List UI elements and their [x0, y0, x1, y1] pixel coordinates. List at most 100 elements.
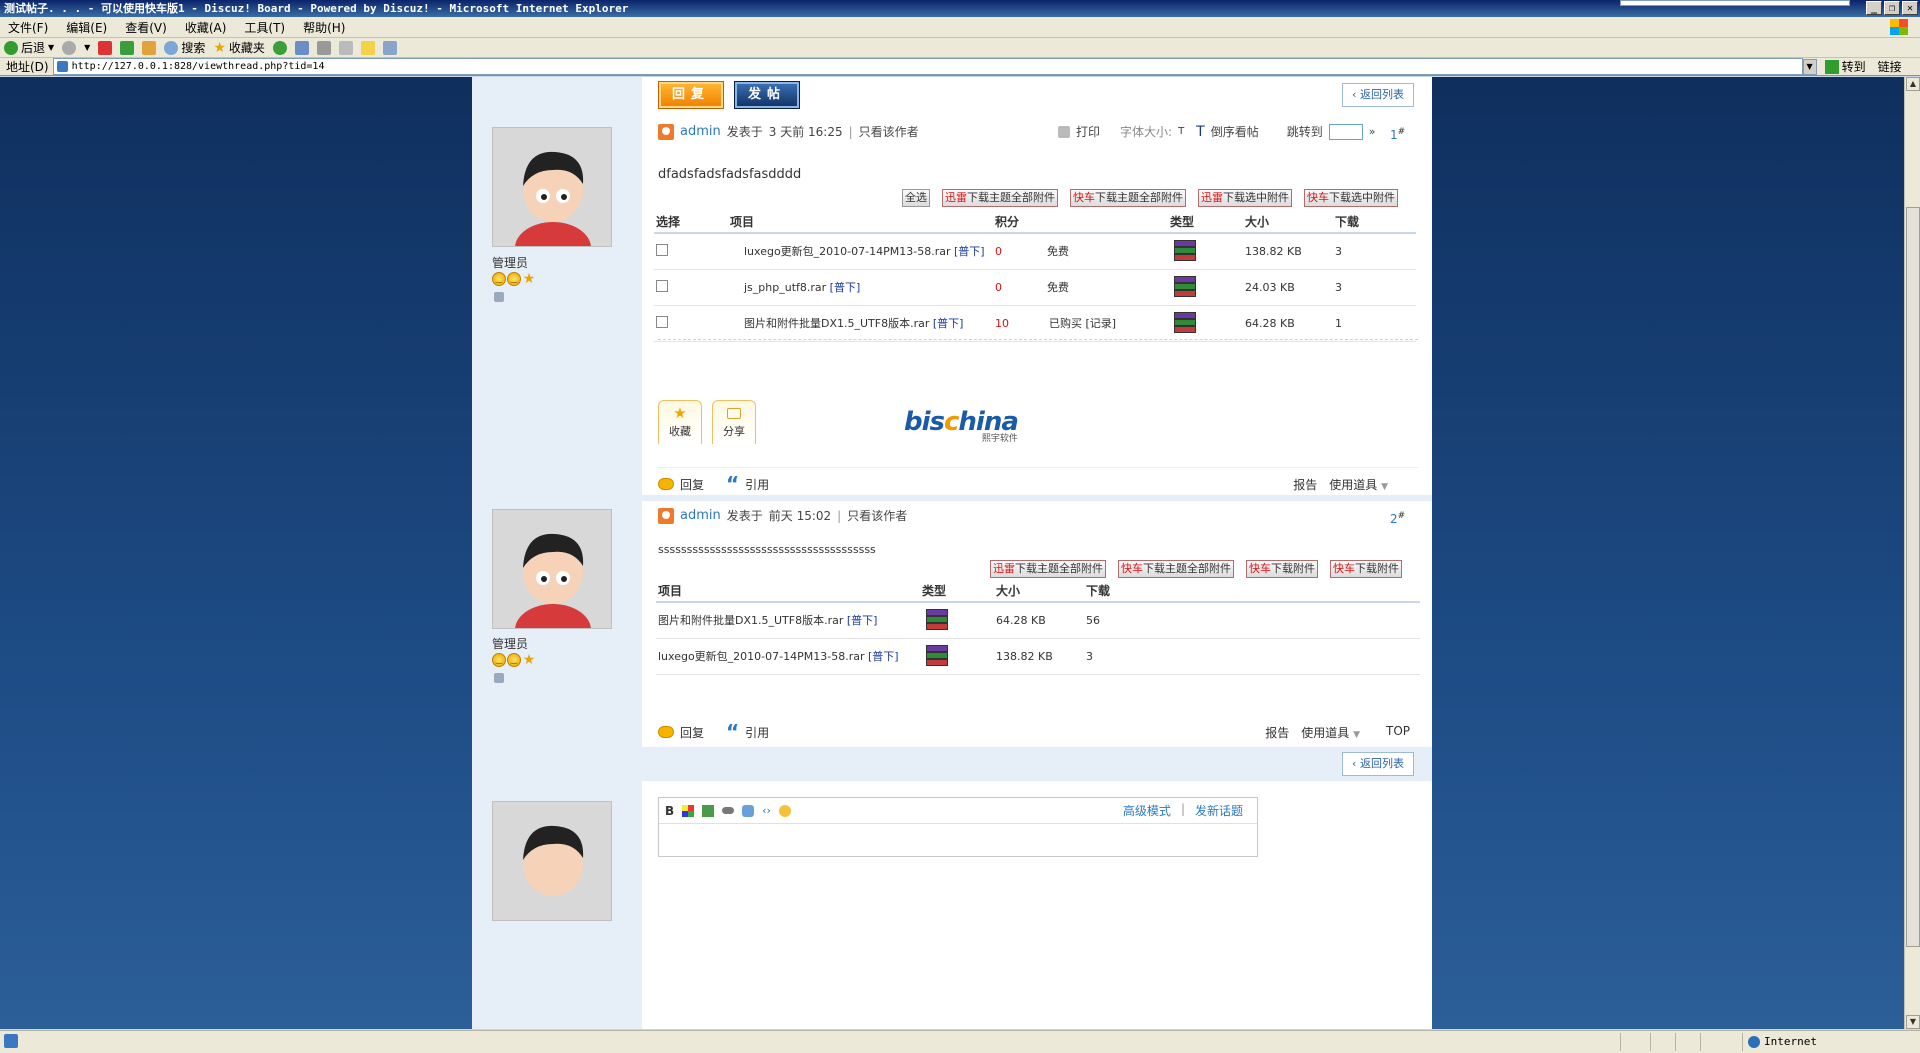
print-link[interactable]: 打印 — [1076, 123, 1100, 140]
stop-icon[interactable] — [98, 40, 113, 55]
post1-floor-number[interactable]: 1# — [1390, 127, 1405, 142]
restore-icon[interactable]: ❐ — [1884, 1, 1900, 15]
scroll-down-icon[interactable]: ▼ — [1906, 1015, 1920, 1029]
post2-author-link[interactable]: admin — [680, 508, 721, 523]
color-icon[interactable] — [682, 804, 695, 817]
normal-download-link[interactable]: [普下] — [830, 281, 861, 294]
post1-reply-link[interactable]: 回复 — [658, 476, 704, 493]
menu-help[interactable]: 帮助(H) — [303, 19, 345, 36]
menu-favorites[interactable]: 收藏(A) — [185, 19, 227, 36]
image-icon[interactable] — [702, 804, 715, 817]
vertical-scrollbar[interactable]: ▲ ▼ — [1904, 77, 1920, 1029]
back-to-top-link[interactable]: TOP — [1386, 724, 1410, 741]
print-icon[interactable] — [316, 40, 331, 55]
links-button[interactable]: 链接 — [1878, 58, 1902, 75]
reply-button[interactable]: 回复 — [658, 81, 724, 109]
flashget-download-all-button[interactable]: 快车下载主题全部附件 — [1070, 189, 1186, 207]
flashget-download-button[interactable]: 快车下载附件 — [1246, 560, 1318, 578]
back-to-list-button[interactable]: ‹ 返回列表 — [1342, 83, 1414, 107]
advanced-mode-link[interactable]: 高级模式 — [1123, 802, 1171, 819]
jump-floor-input[interactable] — [1328, 123, 1363, 140]
flashget-download-selected-button[interactable]: 快车下载选中附件 — [1304, 189, 1398, 207]
btn-text: 下载附件 — [1355, 562, 1399, 575]
back-to-list-button-bottom[interactable]: ‹ 返回列表 — [1342, 752, 1414, 776]
post1-only-author-link[interactable]: 只看该作者 — [859, 123, 919, 140]
post2-only-author-link[interactable]: 只看该作者 — [847, 507, 907, 524]
forward-dropdown-icon[interactable]: ▼ — [84, 43, 90, 52]
quote-block-icon[interactable] — [742, 804, 755, 817]
post2-tools-menu[interactable]: 使用道具 ▼ — [1301, 724, 1360, 741]
post2-avatar[interactable] — [492, 509, 612, 629]
post2-floor-number[interactable]: 2# — [1390, 511, 1405, 526]
thunder-download-selected-button[interactable]: 迅雷下载选中附件 — [1198, 189, 1292, 207]
post2-quote-link[interactable]: “ 引用 — [726, 722, 769, 742]
reply-avatar[interactable] — [492, 801, 612, 921]
share-button[interactable]: 分享 — [712, 400, 756, 444]
menu-file[interactable]: 文件(F) — [8, 19, 48, 36]
normal-download-link[interactable]: [普下] — [933, 317, 964, 330]
font-size-large-toggle[interactable]: T — [1196, 124, 1205, 140]
attachment-link[interactable]: js_php_utf8.rar — [744, 281, 826, 294]
post2-content: ssssssssssssssssssssssssssssssssssssss — [658, 543, 876, 556]
history-icon[interactable] — [272, 40, 287, 55]
flashget-download-button[interactable]: 快车下载附件 — [1330, 560, 1402, 578]
favorite-label: 收藏 — [669, 425, 691, 438]
titlebar-search-box[interactable] — [1620, 0, 1850, 6]
menu-view[interactable]: 查看(V) — [125, 19, 167, 36]
quick-reply-editor[interactable]: B ‹› 高级模式 | 发新话题 — [658, 797, 1258, 857]
new-topic-link[interactable]: 发新话题 — [1195, 802, 1243, 819]
post1-tools-menu[interactable]: 使用道具 ▼ — [1329, 476, 1388, 493]
home-icon[interactable] — [142, 40, 157, 55]
flashget-download-all-button[interactable]: 快车下载主题全部附件 — [1118, 560, 1234, 578]
post1-report-link[interactable]: 报告 — [1293, 476, 1317, 493]
search-button[interactable]: 搜索 — [164, 39, 205, 56]
jump-arrow-icon[interactable]: » — [1369, 125, 1376, 138]
row-checkbox[interactable] — [656, 279, 668, 292]
address-input[interactable]: http://127.0.0.1:828/viewthread.php?tid=… — [52, 58, 1803, 75]
favorites-button[interactable]: ★ 收藏夹 — [213, 39, 265, 56]
scroll-up-icon[interactable]: ▲ — [1906, 77, 1920, 91]
new-post-button[interactable]: 发帖 — [734, 81, 800, 109]
code-icon[interactable]: ‹› — [762, 804, 771, 817]
bold-button[interactable]: B — [665, 804, 674, 818]
post1-avatar[interactable] — [492, 127, 612, 247]
back-button[interactable]: 后退 ▼ — [4, 39, 54, 56]
address-dropdown-icon[interactable]: ▼ — [1802, 58, 1817, 75]
minimize-icon[interactable]: _ — [1866, 1, 1882, 15]
col-item: 项目 — [656, 580, 920, 603]
link-icon[interactable] — [722, 807, 735, 814]
post1-quote-link[interactable]: “ 引用 — [726, 474, 769, 494]
back-dropdown-icon[interactable]: ▼ — [48, 43, 54, 52]
font-size-small-toggle[interactable]: T — [1178, 126, 1184, 137]
thunder-download-all-button[interactable]: 迅雷下载主题全部附件 — [990, 560, 1106, 578]
post2-reply-link[interactable]: 回复 — [658, 724, 704, 741]
price-status[interactable]: 已购买 [记录] — [1049, 317, 1116, 330]
menu-edit[interactable]: 编辑(E) — [66, 19, 107, 36]
normal-download-link[interactable]: [普下] — [868, 650, 899, 663]
messenger-icon[interactable] — [382, 40, 397, 55]
attachment-link[interactable]: luxego更新包_2010-07-14PM13-58.rar — [744, 245, 950, 258]
refresh-icon[interactable] — [120, 40, 135, 55]
forward-arrow-icon[interactable] — [62, 40, 77, 55]
reverse-order-link[interactable]: 倒序看帖 — [1211, 123, 1259, 140]
close-icon[interactable]: ✕ — [1902, 1, 1918, 15]
normal-download-link[interactable]: [普下] — [847, 614, 878, 627]
go-button[interactable]: 转到 — [1824, 58, 1866, 75]
normal-download-link[interactable]: [普下] — [954, 245, 985, 258]
menu-tools[interactable]: 工具(T) — [244, 19, 285, 36]
attachment-link[interactable]: 图片和附件批量DX1.5_UTF8版本.rar — [658, 614, 843, 627]
thunder-download-all-button[interactable]: 迅雷下载主题全部附件 — [942, 189, 1058, 207]
mail-icon[interactable] — [294, 40, 309, 55]
edit-icon[interactable] — [338, 40, 353, 55]
attachment-link[interactable]: 图片和附件批量DX1.5_UTF8版本.rar — [744, 317, 929, 330]
attachment-link[interactable]: luxego更新包_2010-07-14PM13-58.rar — [658, 650, 864, 663]
scroll-thumb[interactable] — [1906, 207, 1920, 947]
row-checkbox[interactable] — [656, 243, 668, 256]
post1-author-link[interactable]: admin — [680, 124, 721, 139]
favorite-button[interactable]: ★ 收藏 — [658, 400, 702, 444]
smiley-icon[interactable] — [778, 804, 791, 817]
discuss-icon[interactable] — [360, 40, 375, 55]
row-checkbox[interactable] — [656, 315, 668, 328]
post2-report-link[interactable]: 报告 — [1265, 724, 1289, 741]
select-all-button[interactable]: 全选 — [902, 189, 930, 207]
